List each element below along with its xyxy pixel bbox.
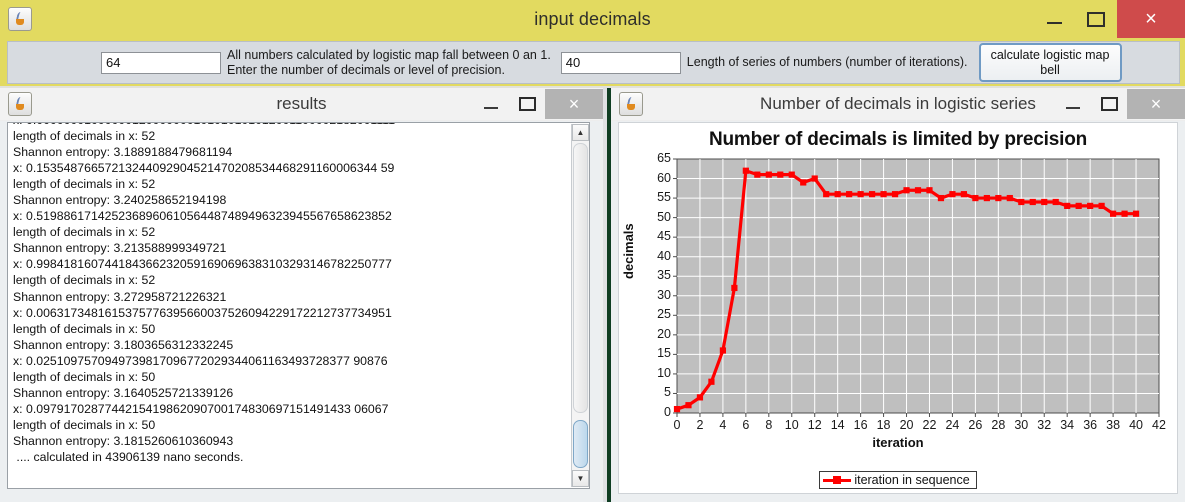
x-tick-label: 26: [968, 418, 983, 432]
y-tick-label: 5: [664, 385, 671, 400]
x-tick-label: 6: [742, 418, 750, 432]
chart-close-button[interactable]: ×: [1127, 89, 1185, 119]
x-tick-label: 12: [807, 418, 822, 432]
y-tick-label: 40: [657, 248, 671, 263]
scroll-up-arrow-icon[interactable]: ▲: [572, 124, 589, 141]
window-controls: ×: [1033, 0, 1185, 38]
input-toolbar: All numbers calculated by logistic map f…: [7, 41, 1180, 84]
x-tick-label: 4: [719, 418, 727, 432]
chart-legend: iteration in sequence: [619, 471, 1177, 489]
maximize-button[interactable]: [1075, 0, 1117, 38]
java-cup-icon: [619, 92, 643, 116]
x-tick-label: 34: [1060, 418, 1075, 432]
results-window: results × x: 0.0000000100000012000000010…: [0, 88, 603, 502]
calculate-logistic-map-bell-button[interactable]: calculate logistic map bell: [978, 43, 1122, 82]
x-tick-label: 24: [945, 418, 960, 432]
results-output-text: x: 0.00000001000000120000000101010101012…: [13, 123, 395, 464]
series-length-label: Length of series of numbers (number of i…: [686, 55, 968, 69]
y-tick-label: 15: [657, 346, 671, 361]
legend-marker-icon: [823, 474, 852, 486]
chart-minimize-button[interactable]: [1055, 88, 1091, 120]
legend-item: iteration in sequence: [819, 471, 977, 489]
java-cup-icon: [8, 7, 32, 31]
y-axis-label: decimals: [621, 223, 636, 279]
java-cup-icon: [8, 92, 32, 116]
x-tick-label: 30: [1014, 418, 1029, 432]
chart-maximize-button[interactable]: [1091, 88, 1127, 120]
x-tick-label: 14: [830, 418, 845, 432]
chart-title: Number of decimals is limited by precisi…: [708, 129, 1088, 150]
x-tick-label: 38: [1106, 418, 1121, 432]
legend-label: iteration in sequence: [854, 473, 970, 487]
x-tick-label: 40: [1129, 418, 1143, 432]
y-tick-label: 10: [657, 365, 671, 380]
x-tick-label: 8: [765, 418, 773, 432]
series-length-input[interactable]: [560, 51, 681, 74]
y-tick-label: 60: [657, 170, 671, 185]
results-window-controls: ×: [473, 88, 603, 120]
x-tick-label: 32: [1037, 418, 1052, 432]
y-tick-label: 0: [664, 405, 671, 419]
y-tick-label: 65: [657, 151, 671, 165]
application-window: input decimals × All numbers calculated …: [0, 0, 1185, 502]
y-tick-label: 50: [657, 209, 671, 224]
y-tick-label: 55: [657, 190, 671, 205]
page-title: input decimals: [534, 8, 651, 29]
scrollbar-track-upper[interactable]: [573, 143, 588, 413]
decimals-label: All numbers calculated by logistic map f…: [227, 47, 551, 77]
scrollbar-thumb[interactable]: [573, 420, 588, 468]
toolbar-strip: All numbers calculated by logistic map f…: [0, 38, 1185, 86]
x-tick-label: 2: [696, 418, 704, 432]
chart-title-bar: Number of decimals in logistic series ×: [611, 88, 1185, 121]
chart-window: Number of decimals in logistic series × …: [611, 88, 1185, 502]
close-button[interactable]: ×: [1117, 0, 1185, 38]
x-tick-label: 20: [899, 418, 914, 432]
x-tick-label: 0: [673, 418, 681, 432]
y-tick-label: 35: [657, 268, 671, 283]
y-tick-label: 45: [657, 229, 671, 244]
x-tick-label: 42: [1152, 418, 1166, 432]
results-text-area[interactable]: x: 0.00000001000000120000000101010101012…: [7, 122, 590, 489]
y-tick-label: 25: [657, 307, 671, 322]
minimize-button[interactable]: [1033, 0, 1075, 38]
results-minimize-button[interactable]: [473, 88, 509, 120]
x-tick-label: 36: [1083, 418, 1098, 432]
main-title-bar: input decimals ×: [0, 0, 1185, 38]
chart-panel: Number of decimals is limited by precisi…: [618, 122, 1178, 494]
decimals-input[interactable]: [101, 51, 221, 74]
x-tick-label: 28: [991, 418, 1006, 432]
line-chart-plot: [673, 158, 1160, 417]
scrollbar-track[interactable]: [572, 141, 589, 470]
x-axis-label: iteration: [872, 435, 924, 450]
results-maximize-button[interactable]: [509, 88, 545, 120]
x-tick-label: 22: [922, 418, 937, 432]
plot-area-wrapper: decimals 0 5 10 15 20 25 30 35 40 45 50 55 60 65 0246…: [619, 151, 1177, 451]
chart-window-controls: ×: [1055, 88, 1185, 120]
scroll-down-arrow-icon[interactable]: ▼: [572, 470, 589, 487]
x-tick-label: 18: [876, 418, 891, 432]
y-tick-label: 30: [657, 287, 671, 302]
results-vertical-scrollbar[interactable]: ▲ ▼: [571, 124, 589, 487]
results-close-button[interactable]: ×: [545, 89, 603, 119]
y-tick-label: 20: [657, 326, 671, 341]
results-title-bar: results ×: [0, 88, 603, 121]
x-tick-label: 16: [853, 418, 868, 432]
x-tick-label: 10: [784, 418, 799, 432]
